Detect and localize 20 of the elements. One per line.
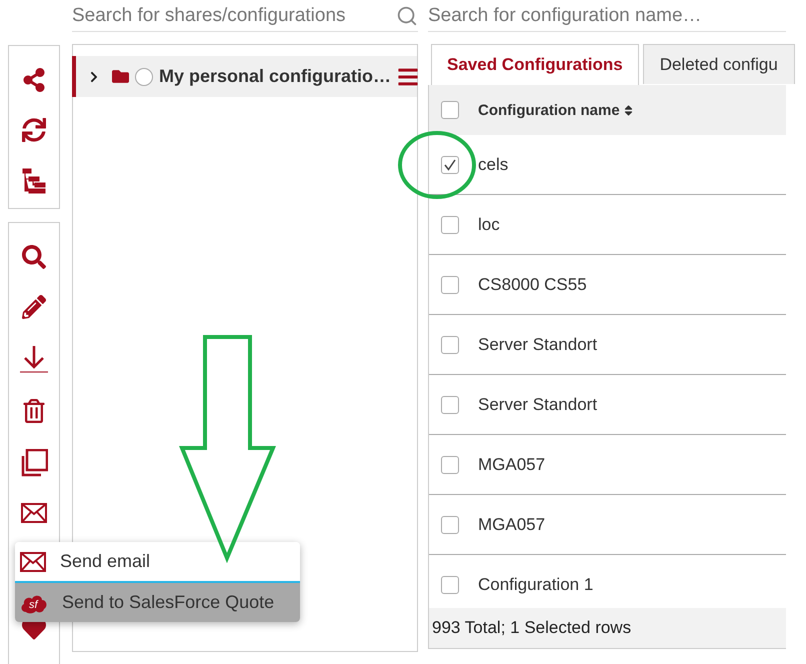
- menu-item-label: Send email: [60, 551, 150, 572]
- menu-item-label: Send to SalesForce Quote: [62, 592, 274, 613]
- tab[interactable]: Deleted configu: [642, 44, 795, 84]
- table-cell: loc: [478, 214, 500, 234]
- tab[interactable]: Saved Configurations: [431, 44, 639, 85]
- column-header[interactable]: Configuration name: [478, 102, 620, 118]
- table-cell: Configuration 1: [478, 574, 594, 594]
- search-field[interactable]: Search for shares/configurations: [72, 0, 418, 32]
- tree-item-label: My personal configuratio…: [159, 66, 392, 87]
- search-field[interactable]: Search for configuration name…: [428, 0, 786, 32]
- table-cell: cels: [478, 154, 508, 174]
- table-cell: Server Standort: [478, 394, 598, 414]
- table-cell: CS8000 CS55: [478, 274, 587, 294]
- tree-item[interactable]: My personal configuratio…: [72, 56, 417, 97]
- table-cell: MGA057: [478, 514, 546, 534]
- menu-item[interactable]: Send email: [15, 542, 300, 581]
- table-cell: MGA057: [478, 454, 546, 474]
- table-cell: Server Standort: [478, 334, 598, 354]
- menu-item[interactable]: sf Send to SalesForce Quote: [15, 581, 300, 622]
- row-count: 993 Total; 1 Selected rows: [432, 618, 632, 638]
